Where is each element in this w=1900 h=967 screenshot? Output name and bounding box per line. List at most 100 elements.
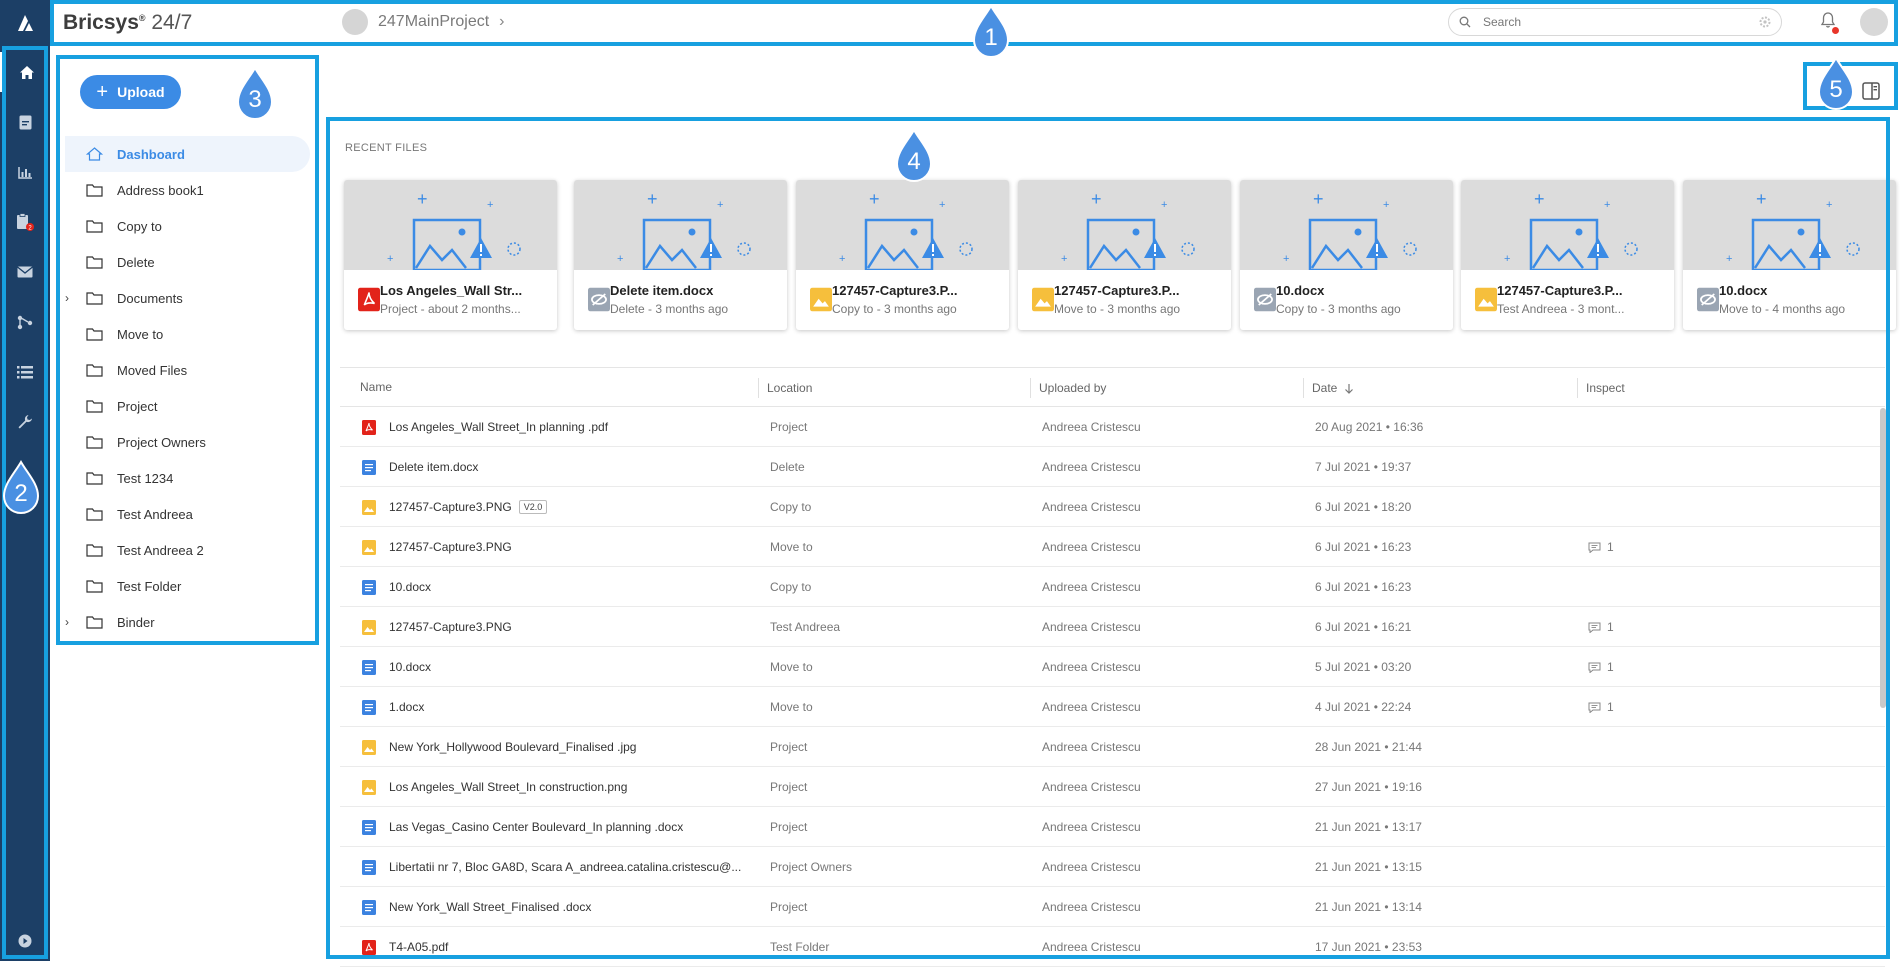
folder-item[interactable]: Address book1 <box>65 172 310 208</box>
table-row[interactable]: Las Vegas_Casino Center Boulevard_In pla… <box>340 807 1885 847</box>
location-cell[interactable]: Move to <box>770 647 1030 687</box>
table-row[interactable]: New York_Hollywood Boulevard_Finalised .… <box>340 727 1885 767</box>
file-name-cell[interactable]: New York_Hollywood Boulevard_Finalised .… <box>362 727 752 767</box>
inspect-cell[interactable] <box>1588 487 1688 527</box>
folder-item[interactable]: › Binder <box>65 604 310 640</box>
location-cell[interactable]: Move to <box>770 687 1030 727</box>
col-name-header[interactable]: Name <box>352 367 392 407</box>
file-name-cell[interactable]: New York_Wall Street_Finalised .docx <box>362 887 752 927</box>
location-cell[interactable]: Project <box>770 767 1030 807</box>
location-cell[interactable]: Copy to <box>770 487 1030 527</box>
location-cell[interactable]: Project <box>770 727 1030 767</box>
bricsys-logo[interactable] <box>0 0 50 46</box>
file-name-cell[interactable]: Las Vegas_Casino Center Boulevard_In pla… <box>362 807 752 847</box>
rail-reports-button[interactable] <box>0 152 50 192</box>
location-cell[interactable]: Project Owners <box>770 847 1030 887</box>
location-cell[interactable]: Delete <box>770 447 1030 487</box>
col-inspect-header[interactable]: Inspect <box>1577 378 1625 398</box>
file-name-cell[interactable]: 127457-Capture3.PNG <box>362 607 752 647</box>
inspect-cell[interactable] <box>1588 847 1688 887</box>
upload-button[interactable]: + Upload <box>80 75 181 109</box>
table-row[interactable]: 127457-Capture3.PNG Move to Andreea Cris… <box>340 527 1885 567</box>
rail-mail-button[interactable] <box>0 252 50 292</box>
recent-file-card[interactable]: + + + 10.docx Copy to - 3 months ago <box>1240 180 1453 330</box>
inspect-cell[interactable] <box>1588 887 1688 927</box>
inspect-cell[interactable] <box>1588 447 1688 487</box>
expand-chevron-icon[interactable]: › <box>65 291 69 305</box>
recent-file-card[interactable]: + + + 10.docx Move to - 4 months ago <box>1683 180 1896 330</box>
search-input[interactable] <box>1483 15 1759 29</box>
file-name-cell[interactable]: 127457-Capture3.PNG V2.0 <box>362 487 752 527</box>
location-cell[interactable]: Test Andreea <box>770 607 1030 647</box>
folder-item[interactable]: Move to <box>65 316 310 352</box>
folder-item[interactable]: Project <box>65 388 310 424</box>
table-row[interactable]: New York_Wall Street_Finalised .docx Pro… <box>340 887 1885 927</box>
rail-tools-button[interactable] <box>0 402 50 442</box>
inspect-cell[interactable]: 1 <box>1588 647 1688 687</box>
folder-item[interactable]: Test Andreea <box>65 496 310 532</box>
folder-item[interactable]: Delete <box>65 244 310 280</box>
settings-icon[interactable] <box>1759 16 1771 28</box>
file-name-cell[interactable]: 1.docx <box>362 687 752 727</box>
recent-file-card[interactable]: + + + 127457-Capture3.P... Move to - 3 m… <box>1018 180 1231 330</box>
inspect-cell[interactable] <box>1588 767 1688 807</box>
rail-documents-button[interactable] <box>0 102 50 142</box>
table-row[interactable]: 127457-Capture3.PNG Test Andreea Andreea… <box>340 607 1885 647</box>
table-scrollbar[interactable] <box>1880 408 1886 708</box>
folder-item[interactable]: Moved Files <box>65 352 310 388</box>
table-row[interactable]: 10.docx Copy to Andreea Cristescu 6 Jul … <box>340 567 1885 607</box>
inspect-cell[interactable] <box>1588 567 1688 607</box>
col-date-header[interactable]: Date <box>1303 378 1354 398</box>
folder-item[interactable]: Copy to <box>65 208 310 244</box>
table-row[interactable]: 1.docx Move to Andreea Cristescu 4 Jul 2… <box>340 687 1885 727</box>
rail-tasks-button[interactable]: 2 <box>0 202 50 242</box>
location-cell[interactable]: Test Folder <box>770 927 1030 967</box>
location-cell[interactable]: Project <box>770 807 1030 847</box>
inspect-cell[interactable]: 1 <box>1588 607 1688 647</box>
folder-item[interactable]: Test Andreea 2 <box>65 532 310 568</box>
file-name-cell[interactable]: 10.docx <box>362 567 752 607</box>
file-name-cell[interactable]: Los Angeles_Wall Street_In construction.… <box>362 767 752 807</box>
project-breadcrumb[interactable]: 247MainProject › <box>342 9 505 35</box>
col-uploaded-by-header[interactable]: Uploaded by <box>1030 378 1106 398</box>
search-box[interactable] <box>1448 8 1782 36</box>
location-cell[interactable]: Project <box>770 887 1030 927</box>
folder-item[interactable]: Project Owners <box>65 424 310 460</box>
location-cell[interactable]: Move to <box>770 527 1030 567</box>
inspect-cell[interactable] <box>1588 727 1688 767</box>
table-row[interactable]: T4-A05.pdf Test Folder Andreea Cristescu… <box>340 927 1885 967</box>
folder-item[interactable]: Test 1234 <box>65 460 310 496</box>
recent-file-card[interactable]: + + + Los Angeles_Wall Str... Project - … <box>344 180 557 330</box>
file-name-cell[interactable]: Los Angeles_Wall Street_In planning .pdf <box>362 407 752 447</box>
recent-file-card[interactable]: + + + Delete item.docx Delete - 3 months… <box>574 180 787 330</box>
file-name-cell[interactable]: 10.docx <box>362 647 752 687</box>
location-cell[interactable]: Copy to <box>770 567 1030 607</box>
inspect-cell[interactable]: 1 <box>1588 687 1688 727</box>
rail-home-button[interactable] <box>0 52 50 92</box>
user-avatar[interactable] <box>1860 8 1888 36</box>
table-row[interactable]: Los Angeles_Wall Street_In planning .pdf… <box>340 407 1885 447</box>
inspect-cell[interactable] <box>1588 927 1688 967</box>
inspect-cell[interactable] <box>1588 407 1688 447</box>
inspect-cell[interactable]: 1 <box>1588 527 1688 567</box>
file-name-cell[interactable]: T4-A05.pdf <box>362 927 752 967</box>
expand-chevron-icon[interactable]: › <box>65 615 69 629</box>
recent-file-card[interactable]: + + + 127457-Capture3.P... Test Andreea … <box>1461 180 1674 330</box>
table-row[interactable]: 10.docx Move to Andreea Cristescu 5 Jul … <box>340 647 1885 687</box>
file-name-cell[interactable]: Libertatii nr 7, Bloc GA8D, Scara A_andr… <box>362 847 752 887</box>
file-name-cell[interactable]: Delete item.docx <box>362 447 752 487</box>
project-name[interactable]: 247MainProject <box>378 13 489 31</box>
file-name-cell[interactable]: 127457-Capture3.PNG <box>362 527 752 567</box>
folder-item[interactable]: › Documents <box>65 280 310 316</box>
table-row[interactable]: Delete item.docx Delete Andreea Cristesc… <box>340 447 1885 487</box>
table-row[interactable]: Los Angeles_Wall Street_In construction.… <box>340 767 1885 807</box>
notifications-button[interactable] <box>1820 11 1839 34</box>
recent-file-card[interactable]: + + + 127457-Capture3.P... Copy to - 3 m… <box>796 180 1009 330</box>
inspect-cell[interactable] <box>1588 807 1688 847</box>
table-row[interactable]: Libertatii nr 7, Bloc GA8D, Scara A_andr… <box>340 847 1885 887</box>
folder-item-dashboard[interactable]: Dashboard <box>65 136 310 172</box>
rail-list-button[interactable] <box>0 352 50 392</box>
col-location-header[interactable]: Location <box>758 378 812 398</box>
location-cell[interactable]: Project <box>770 407 1030 447</box>
table-row[interactable]: 127457-Capture3.PNG V2.0 Copy to Andreea … <box>340 487 1885 527</box>
